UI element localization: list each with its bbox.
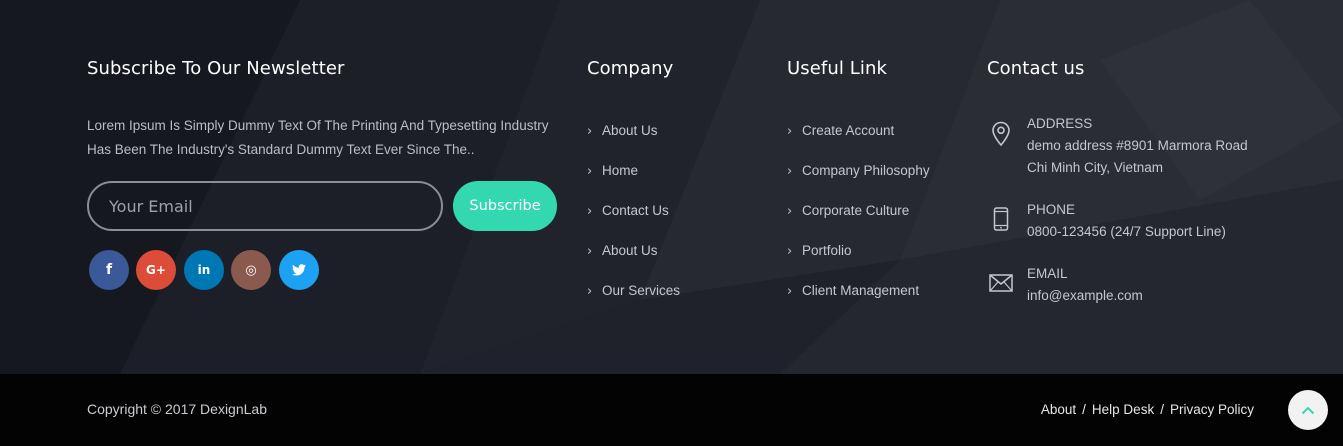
- chevron-right-icon: ›: [587, 284, 593, 299]
- chevron-right-icon: ›: [787, 204, 793, 219]
- google-plus-button[interactable]: G+: [136, 250, 176, 290]
- link-separator: /: [1160, 402, 1164, 417]
- useful-link[interactable]: › Company Philosophy: [787, 163, 930, 203]
- envelope-icon: [989, 274, 1013, 292]
- useful-link[interactable]: › Corporate Culture: [787, 203, 930, 243]
- phone-value: 0800-123456 (24/7 Support Line): [1027, 224, 1226, 239]
- bottom-links: About / Help Desk / Privacy Policy: [1041, 402, 1254, 417]
- google-plus-icon: G+: [146, 263, 166, 277]
- linkedin-icon: in: [197, 263, 211, 277]
- facebook-button[interactable]: f: [89, 250, 129, 290]
- link-separator: /: [1082, 402, 1086, 417]
- email-label: EMAIL: [1027, 266, 1068, 281]
- address-label: ADDRESS: [1027, 116, 1093, 131]
- email-value[interactable]: info@example.com: [1027, 285, 1143, 307]
- privacy-policy-link[interactable]: Privacy Policy: [1170, 402, 1254, 417]
- instagram-button[interactable]: ◎: [231, 250, 271, 290]
- chevron-right-icon: ›: [587, 124, 593, 139]
- company-link[interactable]: › Our Services: [587, 283, 680, 323]
- linkedin-button[interactable]: in: [184, 250, 224, 290]
- about-link[interactable]: About: [1041, 402, 1076, 417]
- useful-link[interactable]: › Create Account: [787, 123, 930, 163]
- company-links: › About Us › Home › Contact Us › About Us › O…: [587, 123, 680, 323]
- map-pin-icon: [992, 121, 1010, 147]
- chevron-up-icon: [1301, 406, 1315, 414]
- company-link[interactable]: › Home: [587, 163, 680, 203]
- newsletter-title: Subscribe To Our Newsletter: [87, 58, 345, 79]
- email-input[interactable]: [87, 181, 443, 231]
- company-title: Company: [587, 58, 674, 79]
- chevron-right-icon: ›: [787, 164, 793, 179]
- chevron-right-icon: ›: [787, 124, 793, 139]
- newsletter-description: Lorem Ipsum Is Simply Dummy Text Of The …: [87, 118, 549, 157]
- useful-links-title: Useful Link: [787, 58, 888, 79]
- instagram-icon: ◎: [245, 262, 257, 278]
- contact-title: Contact us: [987, 58, 1085, 79]
- useful-link[interactable]: › Portfolio: [787, 243, 930, 283]
- help-desk-link[interactable]: Help Desk: [1092, 402, 1154, 417]
- twitter-button[interactable]: [279, 250, 319, 290]
- chevron-right-icon: ›: [787, 284, 793, 299]
- company-link[interactable]: › About Us: [587, 243, 680, 283]
- address-line-2: Chi Minh City, Vietnam: [1027, 160, 1164, 175]
- chevron-right-icon: ›: [587, 164, 593, 179]
- company-link[interactable]: › Contact Us: [587, 203, 680, 243]
- chevron-right-icon: ›: [587, 204, 593, 219]
- company-link[interactable]: › About Us: [587, 123, 680, 163]
- chevron-right-icon: ›: [587, 244, 593, 259]
- copyright-text: Copyright © 2017 DexignLab: [87, 401, 267, 417]
- mobile-phone-icon: [993, 207, 1009, 231]
- back-to-top-button[interactable]: [1288, 390, 1328, 430]
- twitter-icon: [292, 264, 306, 276]
- useful-link[interactable]: › Client Management: [787, 283, 930, 323]
- subscribe-button[interactable]: Subscribe: [453, 181, 557, 231]
- chevron-right-icon: ›: [787, 244, 793, 259]
- useful-links: › Create Account › Company Philosophy › Cor…: [787, 123, 930, 323]
- address-line-1: demo address #8901 Marmora Road: [1027, 138, 1248, 153]
- facebook-icon: f: [105, 262, 113, 278]
- phone-label: PHONE: [1027, 202, 1076, 217]
